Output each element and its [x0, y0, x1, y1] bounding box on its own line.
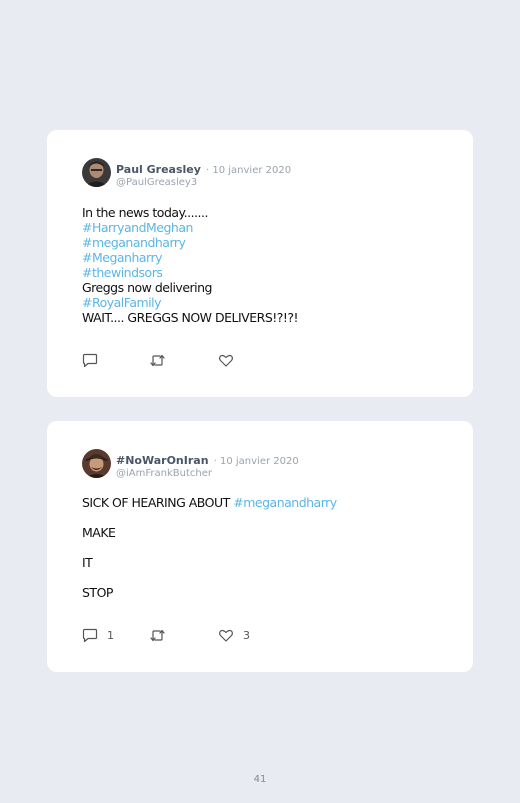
tweet-paragraph: STOP — [82, 585, 113, 600]
tweet-line: Greggs now delivering — [82, 280, 213, 295]
comment-icon — [82, 353, 98, 368]
heart-icon — [218, 628, 234, 643]
author-handle[interactable]: @PaulGreasley3 — [116, 177, 291, 188]
reply-button[interactable] — [82, 351, 98, 369]
author-name[interactable]: Paul Greasley — [116, 163, 201, 176]
comment-icon — [82, 628, 98, 643]
tweet-card: #NoWarOnIran · 10 janvier 2020 @iAmFrank… — [47, 421, 473, 672]
tweet-paragraph: MAKE — [82, 525, 116, 540]
tweet-date: · 10 janvier 2020 — [213, 456, 299, 467]
author-handle[interactable]: @iAmFrankButcher — [116, 468, 299, 479]
hashtag-link[interactable]: #meganandharry — [233, 495, 337, 510]
tweet-line: In the news today....... — [82, 205, 208, 220]
avatar[interactable] — [82, 449, 111, 478]
tweet-line: SICK OF HEARING ABOUT — [82, 495, 234, 510]
tweet-paragraph: IT — [82, 555, 93, 570]
author-name[interactable]: #NoWarOnIran — [116, 454, 209, 467]
hashtag-link[interactable]: #HarryandMeghan — [82, 220, 298, 235]
hashtag-link[interactable]: #meganandharry — [82, 235, 298, 250]
retweet-icon — [149, 628, 166, 643]
tweet-text: SICK OF HEARING ABOUT #meganandharry MAK… — [82, 495, 337, 615]
tweet-paragraph: SICK OF HEARING ABOUT #meganandharry — [82, 495, 337, 510]
avatar[interactable] — [82, 158, 111, 187]
like-button[interactable] — [218, 351, 234, 369]
tweet-card: Paul Greasley · 10 janvier 2020 @PaulGre… — [47, 130, 473, 397]
tweet-line: WAIT.... GREGGS NOW DELIVERS!?!?! — [82, 310, 299, 325]
retweet-button[interactable] — [149, 351, 166, 369]
tweet-text: In the news today....... #HarryandMeghan… — [82, 205, 299, 325]
retweet-button[interactable] — [149, 626, 166, 644]
tweet-date: · 10 janvier 2020 — [206, 165, 292, 176]
heart-icon — [218, 353, 234, 368]
retweet-icon — [149, 353, 166, 368]
reply-button[interactable]: 1 — [82, 626, 114, 644]
page-number: 41 — [253, 774, 267, 785]
like-count: 3 — [243, 628, 250, 642]
hashtag-link[interactable]: #thewindsors — [82, 265, 298, 280]
like-button[interactable]: 3 — [218, 626, 250, 644]
hashtag-link[interactable]: #Meganharry — [82, 250, 298, 265]
reply-count: 1 — [107, 628, 114, 642]
hashtag-link[interactable]: #RoyalFamily — [82, 295, 298, 310]
